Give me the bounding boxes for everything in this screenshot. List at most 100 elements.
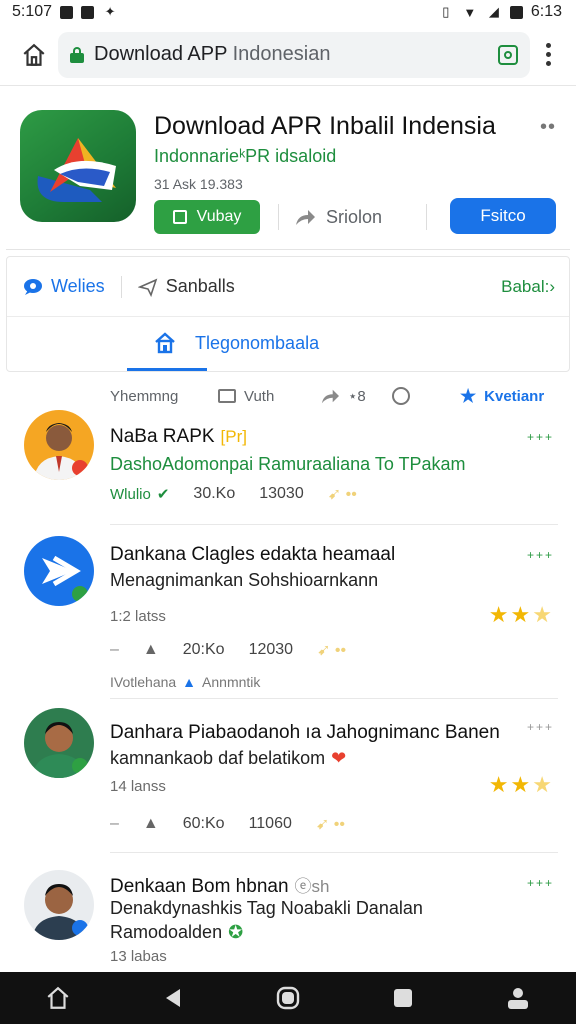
list-item[interactable]: Dankana Clagles edakta heamaal +++ Menag… — [0, 530, 576, 694]
app-meta: 31 Ask 19.383 — [154, 176, 243, 192]
review-text: kamnankaob daf belatikom ❤ — [110, 748, 347, 768]
nav-home-button[interactable] — [38, 978, 78, 1018]
more-options-icon[interactable]: •• — [540, 116, 556, 139]
divider — [110, 524, 558, 525]
reviewer-name: NaBa RAPK [Pr] — [110, 426, 247, 447]
tab-details[interactable]: Sanballs — [137, 276, 235, 297]
status-time-left: 5:107 — [12, 3, 53, 20]
review-time: 1:2 latss — [110, 608, 166, 625]
share-icon — [296, 210, 315, 225]
send-icon — [137, 278, 158, 297]
home-button[interactable] — [10, 31, 58, 79]
tab-more[interactable]: Babal:› — [501, 277, 555, 297]
review-text-continued: Ramodoalden ✪ — [110, 922, 244, 942]
app-notification-icon — [81, 5, 95, 19]
avatar — [24, 410, 94, 480]
navigation-bar — [0, 972, 576, 1024]
nav-profile-button[interactable] — [498, 978, 538, 1018]
image-icon — [218, 389, 236, 403]
signal-icon: ◢ — [488, 4, 499, 19]
list-item[interactable]: Denkaan Bom hbnan ⓔsh +++ Denakdynashkis … — [0, 862, 576, 972]
back-icon — [165, 989, 180, 1007]
share-button[interactable]: Sriolon — [294, 200, 382, 234]
tab-reviews[interactable]: Welies — [21, 276, 105, 297]
corner-dots-icon: +++ — [526, 548, 554, 562]
star-rating: ★ ★ ★ — [488, 772, 552, 797]
like-icon: ▲ — [142, 815, 159, 832]
person-icon — [508, 988, 529, 1009]
chat-icon — [24, 278, 42, 295]
divider — [110, 698, 558, 699]
divider — [426, 204, 427, 230]
divider — [110, 852, 558, 853]
list-item[interactable]: NaBa RAPK [Pr] +++ DashoAdomonpai Ramuraa… — [0, 408, 576, 526]
url-field[interactable]: Download APP Indonesian — [58, 31, 530, 78]
avatar — [24, 870, 94, 940]
app-card: Download APR Inbalil Indensia •• Indonna… — [6, 90, 570, 250]
share-icon: ➹ •• — [315, 816, 345, 833]
like-icon: ➹ •• — [327, 486, 357, 503]
heart-icon: ❤ — [331, 748, 347, 768]
browser-toolbar: Download APP Indonesian — [0, 24, 576, 86]
square-icon — [394, 989, 413, 1007]
share-icon: ➹ •• — [317, 642, 347, 659]
photo-notification-icon — [60, 5, 74, 19]
reviewer-name: Dankana Clagles edakta heamaal — [110, 544, 396, 565]
review-hint: IVotlehana ▲ Annmntik — [110, 674, 261, 690]
review-stats: – ▲ 20:Ko 12030 ➹ •• — [110, 641, 347, 659]
battery-icon — [509, 5, 523, 19]
likes-count: 60:Ko — [182, 815, 225, 832]
views-count: 12030 — [248, 641, 294, 658]
like-icon: ▲ — [142, 641, 159, 658]
filter-latest[interactable]: ★ Kvetianr — [460, 386, 544, 407]
wifi-icon: ▼ — [463, 4, 477, 20]
filter-most-relevant[interactable]: Yhemmng — [110, 388, 178, 405]
nav-back-button[interactable] — [153, 978, 193, 1018]
filter-comments[interactable] — [392, 387, 410, 405]
corner-dots-icon: +++ — [526, 876, 554, 890]
check-icon: ✔ — [156, 486, 170, 503]
dot-notification-icon: ✦ — [104, 4, 116, 19]
check-icon: ✪ — [228, 922, 244, 942]
comment-icon — [392, 387, 410, 405]
corner-dots-icon: +++ — [526, 430, 554, 444]
views-count: 13030 — [259, 485, 304, 502]
home-icon — [23, 43, 45, 66]
star-icon: ★ — [460, 385, 477, 406]
views-count: 11060 — [248, 815, 292, 832]
circle-icon — [276, 986, 300, 1010]
home-icon — [155, 332, 175, 354]
review-time: 13 labas — [110, 948, 167, 965]
reviewer-name: Danhara Piabaodanoh ıa Jahognimanc Banen — [110, 722, 500, 743]
avatar — [24, 708, 94, 778]
vibrate-icon: ▯ — [442, 4, 450, 19]
filter-with-media[interactable]: Vuth — [218, 388, 274, 405]
tab-switcher-icon[interactable] — [498, 44, 518, 65]
nav-recents-button[interactable] — [383, 978, 423, 1018]
likes-count: 20:Ko — [182, 641, 225, 658]
status-bar: 5:107 ✦ ▯ ▼ ◢ 6:13 — [0, 0, 576, 24]
install-icon — [172, 210, 187, 224]
share-icon — [321, 389, 339, 404]
subtab-newest[interactable]: Tlegonombaala — [153, 331, 319, 355]
list-item[interactable]: Danhara Piabaodanoh ıa Jahognimanc Banen… — [0, 704, 576, 854]
review-text: DashoAdomonpai Ramuraaliana To TPakam — [110, 454, 466, 474]
filter-shares[interactable]: ⋆8 — [320, 387, 366, 405]
install-button[interactable]: Vubay — [154, 200, 260, 234]
review-stats: – ▲ 60:Ko 11060 ➹ •• — [110, 815, 345, 833]
subtab-indicator — [127, 368, 207, 371]
overflow-menu-button[interactable] — [530, 31, 566, 79]
reviewer-name: Denkaan Bom hbnan ⓔsh — [110, 876, 330, 897]
nav-overview-button[interactable] — [268, 978, 308, 1018]
person-icon: ▲ — [182, 674, 197, 690]
url-text: Download APP Indonesian — [94, 43, 331, 65]
divider — [120, 275, 122, 298]
user-tag: Wlulio ✔ — [110, 485, 170, 504]
review-text: Denakdynashkis Tag Noabakli Danalan — [110, 898, 423, 918]
review-stats: Wlulio ✔ 30.Ko 13030 ➹ •• — [110, 484, 381, 504]
open-button[interactable]: Fsitco — [450, 198, 556, 234]
review-text: Menagnimankan Sohshioarnkann — [110, 570, 379, 590]
app-logo — [20, 110, 136, 222]
lock-icon — [70, 46, 84, 63]
app-developer[interactable]: IndonnarieᵏPR idsaloid — [154, 146, 336, 167]
